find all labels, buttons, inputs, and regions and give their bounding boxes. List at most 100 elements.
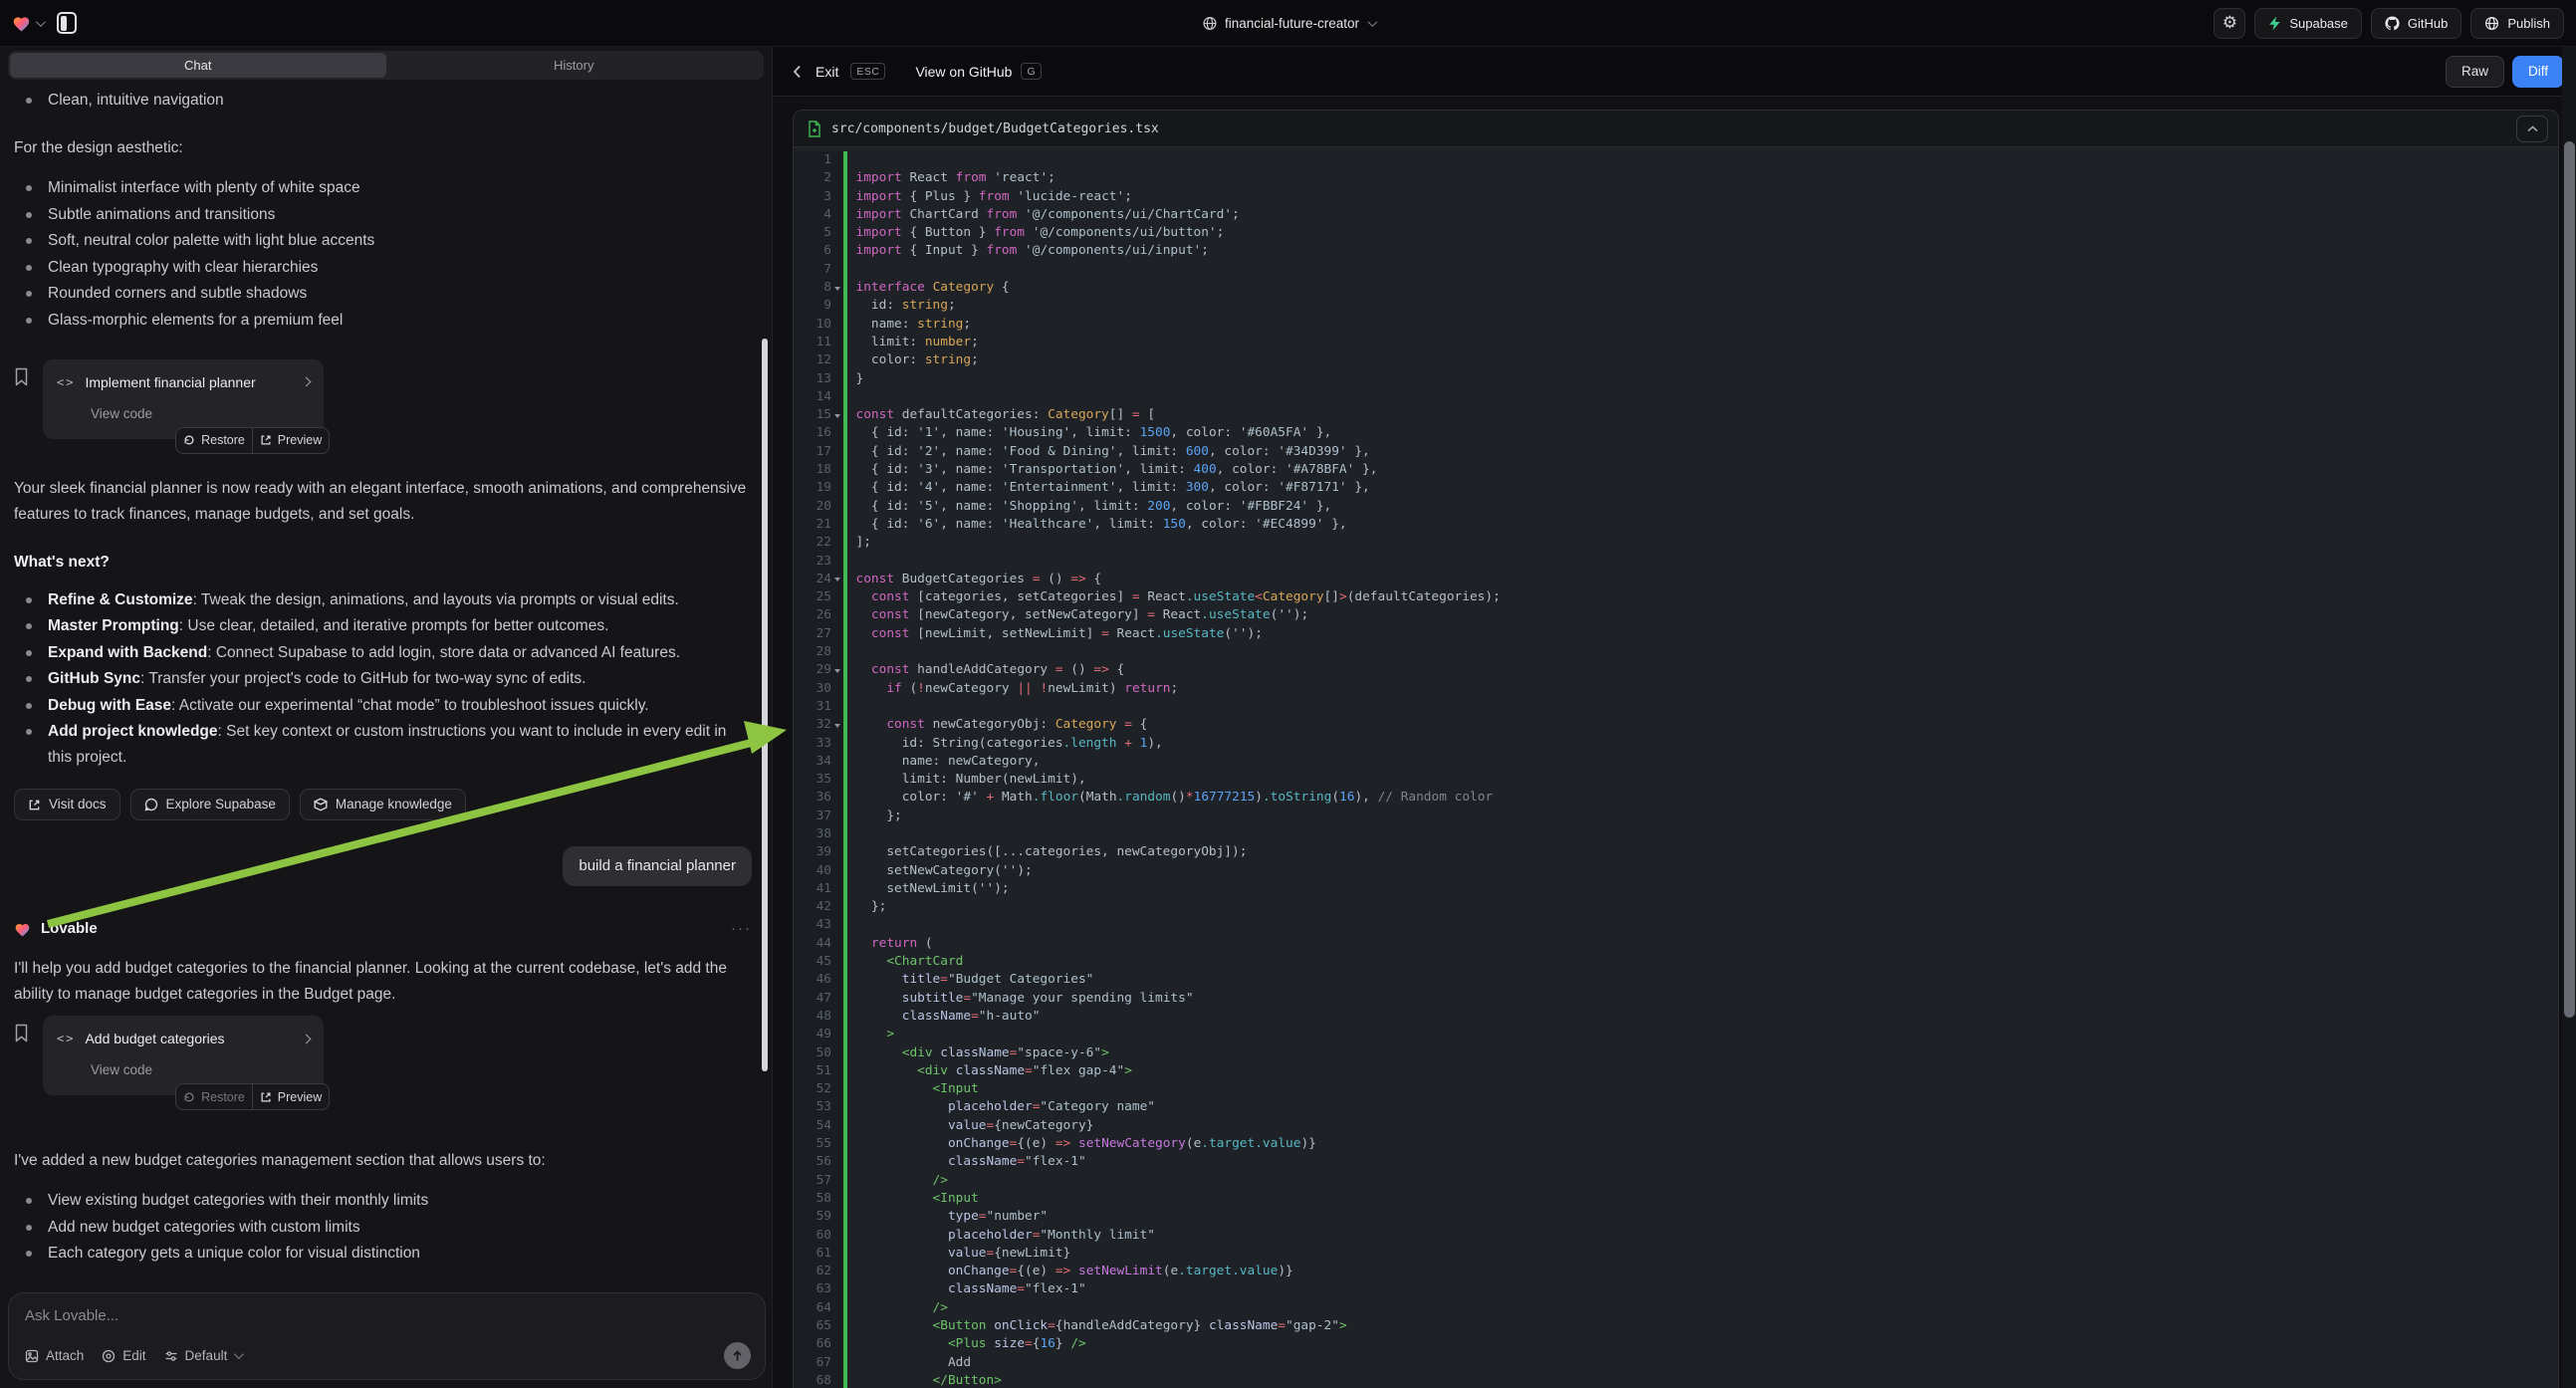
fold-chevron-icon — [831, 1227, 843, 1245]
send-button[interactable] — [724, 1342, 751, 1369]
code-text: <div className="space-y-6"> — [847, 1044, 1109, 1062]
sidebar-toggle-icon[interactable] — [57, 12, 77, 34]
fold-chevron-icon[interactable] — [831, 661, 843, 679]
fold-chevron-icon — [831, 297, 843, 315]
explore-supabase-button[interactable]: Explore Supabase — [130, 789, 290, 820]
github-button[interactable]: GitHub — [2371, 8, 2461, 39]
fold-chevron-icon[interactable] — [831, 406, 843, 424]
fold-chevron-icon — [831, 971, 843, 989]
diff-toggle-button[interactable]: Diff — [2512, 56, 2564, 88]
supabase-button[interactable]: Supabase — [2254, 8, 2362, 39]
back-chevron-icon[interactable] — [793, 65, 802, 79]
line-number: 12 — [794, 351, 843, 369]
code-line: 21 { id: '6', name: 'Healthcare', limit:… — [794, 516, 2558, 534]
bookmark-icon[interactable] — [14, 1024, 29, 1042]
code-line: 54 value={newCategory} — [794, 1117, 2558, 1135]
knowledge-box-icon — [314, 798, 328, 811]
fold-chevron-icon — [831, 1317, 843, 1335]
line-number: 43 — [794, 916, 843, 934]
fold-chevron-icon — [831, 1044, 843, 1062]
fold-chevron-icon — [831, 1080, 843, 1098]
settings-button[interactable]: ⚙ — [2214, 8, 2245, 39]
chat-input[interactable] — [25, 1307, 751, 1324]
bookmark-icon[interactable] — [14, 367, 29, 386]
restore-button[interactable]: Restore — [176, 1084, 252, 1109]
code-line: 62 onChange={(e) => setNewLimit(e.target… — [794, 1263, 2558, 1280]
code-line: 44 return ( — [794, 935, 2558, 953]
tab-history[interactable]: History — [386, 53, 763, 78]
code-text: <Input — [847, 1080, 979, 1098]
project-switcher[interactable]: financial-future-creator — [1202, 0, 1374, 47]
fold-chevron-icon[interactable] — [831, 279, 843, 297]
fold-chevron-icon — [831, 516, 843, 534]
chat-bubble-icon — [144, 798, 158, 811]
g-key-badge: G — [1021, 63, 1042, 80]
code-line: 6import { Input } from '@/components/ui/… — [794, 242, 2558, 260]
preview-button[interactable]: Preview — [252, 1084, 329, 1109]
attach-button[interactable]: Attach — [25, 1348, 84, 1363]
line-number: 37 — [794, 808, 843, 825]
code-line: 19 { id: '4', name: 'Entertainment', lim… — [794, 479, 2558, 497]
arrow-up-icon — [732, 1350, 743, 1362]
fold-chevron-icon — [831, 534, 843, 552]
fold-chevron-icon — [831, 880, 843, 898]
fold-chevron-icon — [831, 808, 843, 825]
line-number: 5 — [794, 224, 843, 242]
code-line: 15const defaultCategories: Category[] = … — [794, 406, 2558, 424]
code-line: 17 { id: '2', name: 'Food & Dining', lim… — [794, 443, 2558, 461]
chat-scrollbar[interactable] — [762, 339, 768, 1071]
exit-button[interactable]: Exit — [816, 64, 838, 80]
fold-chevron-icon — [831, 479, 843, 497]
line-number: 27 — [794, 625, 843, 643]
code-text: value={newCategory} — [847, 1117, 1094, 1135]
window-scrollbar-track[interactable] — [2562, 47, 2576, 1388]
view-on-github-link[interactable]: View on GitHub — [915, 64, 1012, 80]
design-bullet-list: Minimalist interface with plenty of whit… — [14, 175, 752, 334]
publish-button[interactable]: Publish — [2470, 8, 2564, 39]
line-number: 56 — [794, 1153, 843, 1171]
visit-docs-button[interactable]: Visit docs — [14, 789, 120, 820]
code-view[interactable]: 1 2import React from 'react';3import { P… — [794, 147, 2558, 1388]
code-text: const newCategoryObj: Category = { — [847, 716, 1148, 734]
view-code-link[interactable]: View code — [91, 401, 310, 427]
chevron-right-icon — [302, 377, 312, 387]
raw-toggle-button[interactable]: Raw — [2446, 56, 2504, 88]
design-bullet: Soft, neutral color palette with light b… — [14, 228, 752, 254]
code-text: <Plus size={16} /> — [847, 1335, 1086, 1353]
line-number: 21 — [794, 516, 843, 534]
line-number: 67 — [794, 1354, 843, 1372]
line-number: 42 — [794, 898, 843, 916]
line-number: 35 — [794, 771, 843, 789]
chat-composer: Attach Edit Default — [8, 1292, 766, 1380]
fold-chevron-icon[interactable] — [831, 716, 843, 734]
file-path-bar[interactable]: src/components/budget/BudgetCategories.t… — [794, 111, 2558, 147]
tab-chat[interactable]: Chat — [10, 53, 386, 78]
view-code-link[interactable]: View code — [91, 1057, 310, 1083]
version-title: Add budget categories — [85, 1026, 224, 1051]
code-line: 43 — [794, 916, 2558, 934]
line-number: 40 — [794, 862, 843, 880]
code-text: type="number" — [847, 1208, 1049, 1226]
preview-button[interactable]: Preview — [252, 428, 329, 453]
code-line: 7 — [794, 261, 2558, 279]
supabase-bolt-icon — [2268, 16, 2281, 31]
file-added-icon — [808, 120, 821, 137]
fold-chevron-icon[interactable] — [831, 571, 843, 588]
lovable-logo-menu[interactable] — [12, 15, 43, 32]
design-bullet: Subtle animations and transitions — [14, 202, 752, 228]
more-menu-icon[interactable]: ··· — [731, 916, 752, 942]
code-line: 31 — [794, 698, 2558, 716]
code-text: const [newCategory, setNewCategory] = Re… — [847, 606, 1309, 624]
line-number: 38 — [794, 825, 843, 843]
restore-button[interactable]: Restore — [176, 428, 252, 453]
image-icon — [25, 1349, 39, 1363]
collapse-file-button[interactable] — [2516, 116, 2548, 142]
edit-button[interactable]: Edit — [102, 1348, 145, 1363]
code-text: title="Budget Categories" — [847, 971, 1094, 989]
line-number: 49 — [794, 1026, 843, 1043]
window-scrollbar-thumb[interactable] — [2564, 141, 2575, 1018]
line-number: 31 — [794, 698, 843, 716]
code-line: 60 placeholder="Monthly limit" — [794, 1227, 2558, 1245]
manage-knowledge-button[interactable]: Manage knowledge — [300, 789, 466, 820]
mode-selector[interactable]: Default — [164, 1348, 242, 1363]
